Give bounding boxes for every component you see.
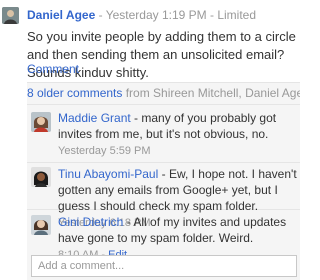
post-meta-line: Daniel Agee - Yesterday 1:19 PM - Limite… [27, 7, 256, 23]
comment-timestamp[interactable]: Yesterday 5:59 PM [58, 145, 151, 157]
older-comments-link[interactable]: 8 older comments [27, 86, 122, 100]
comments-panel: 8 older comments from Shireen Mitchell, … [27, 82, 300, 280]
author-photo-icon [2, 7, 19, 24]
commenter-photo-icon [31, 112, 51, 132]
post-author-link[interactable]: Daniel Agee [27, 8, 95, 22]
comment-author-link[interactable]: Tinu Abayomi-Paul [58, 167, 158, 181]
avatar[interactable] [2, 7, 19, 24]
commenter-photo-icon [31, 167, 51, 187]
older-comments-names: from Shireen Mitchell, Daniel Agee, ... [125, 86, 300, 100]
comment-link[interactable]: Comment [27, 62, 79, 76]
comment-author-link[interactable]: Maddie Grant [58, 111, 131, 125]
comment-item: Maddie Grant - many of you probably got … [27, 105, 300, 163]
meta-separator: - [206, 8, 218, 22]
avatar[interactable] [31, 215, 51, 235]
comment-content: Maddie Grant - many of you probably got … [58, 110, 298, 159]
comment-item: Gini Dietrich - All of my invites and up… [27, 210, 300, 261]
add-comment-input[interactable] [31, 255, 297, 277]
older-comments-bar[interactable]: 8 older comments from Shireen Mitchell, … [27, 83, 300, 105]
post-actions: Comment [27, 61, 79, 77]
comment-item: Tinu Abayomi-Paul - Ew, I hope not. I ha… [27, 163, 300, 229]
commenter-photo-icon [31, 215, 51, 235]
meta-separator: - [95, 8, 106, 22]
comment-author-link[interactable]: Gini Dietrich [58, 215, 123, 229]
post-header: Daniel Agee - Yesterday 1:19 PM - Limite… [0, 0, 300, 30]
avatar[interactable] [31, 167, 51, 187]
post-timestamp[interactable]: Yesterday 1:19 PM [106, 8, 207, 22]
post-visibility[interactable]: Limited [217, 8, 256, 22]
avatar[interactable] [31, 112, 51, 132]
